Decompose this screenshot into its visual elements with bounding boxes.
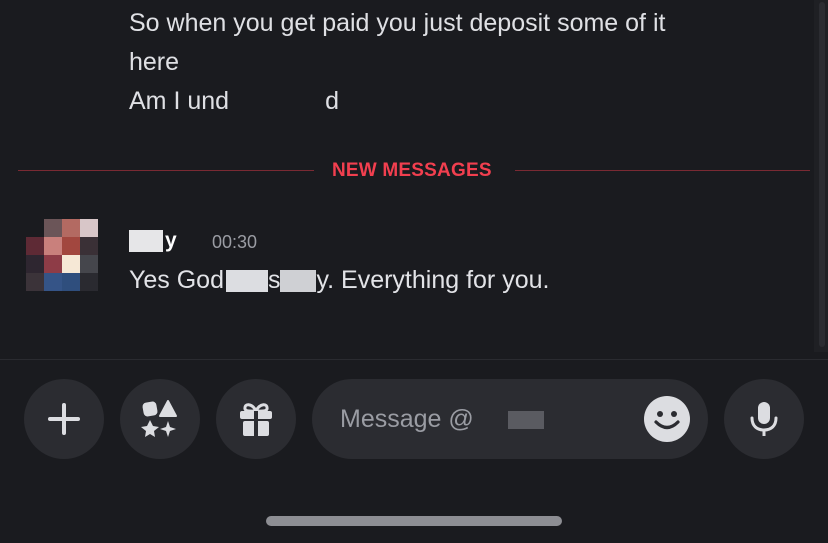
microphone-icon — [750, 402, 778, 436]
previous-message-line-2: here — [129, 48, 180, 76]
new-messages-label: NEW MESSAGES — [332, 160, 492, 181]
apps-button[interactable] — [120, 379, 200, 459]
voice-message-button[interactable] — [724, 379, 804, 459]
message-text: Yes God s y. Everything for you. — [129, 262, 549, 298]
divider-rule-right — [515, 170, 810, 171]
home-indicator[interactable] — [266, 516, 562, 526]
gift-icon — [240, 403, 272, 436]
gift-button[interactable] — [216, 379, 296, 459]
placeholder-text: Message @ — [340, 405, 474, 433]
divider-rule-left — [18, 170, 314, 171]
message-text-part-2: s — [267, 266, 281, 294]
scrollbar-thumb[interactable] — [819, 2, 825, 347]
avatar[interactable] — [26, 219, 98, 291]
redacted-text — [225, 270, 268, 293]
redacted-recipient — [507, 411, 544, 430]
author-name-visible: y — [165, 229, 177, 252]
redacted-name — [129, 230, 163, 253]
message-input[interactable]: Message @ — [312, 379, 708, 459]
message-input-placeholder: Message @ — [340, 379, 544, 459]
previous-message-line-3: Am I und d — [129, 82, 769, 121]
redacted-text — [229, 90, 326, 115]
previous-message-fragment: d — [325, 87, 339, 115]
composer-separator — [0, 359, 828, 360]
author-name[interactable]: y — [129, 227, 177, 255]
message-text-part-3: y. Everything for you. — [316, 266, 550, 294]
emoji-icon — [654, 411, 680, 430]
scrollbar[interactable] — [814, 0, 828, 352]
previous-message-line-1: So when you get paid you just deposit so… — [129, 9, 666, 37]
previous-message: So when you get paid you just deposit so… — [129, 4, 769, 121]
add-attachment-button[interactable] — [24, 379, 104, 459]
apps-icon — [141, 400, 177, 437]
message-timestamp: 00:30 — [212, 232, 258, 252]
message-text-part-1: Yes God — [129, 266, 224, 294]
plus-icon — [48, 403, 80, 435]
previous-message-line-3-text: Am I und — [129, 87, 230, 115]
new-messages-divider: NEW MESSAGES — [18, 158, 810, 184]
emoji-button[interactable] — [644, 396, 690, 442]
redacted-text — [280, 270, 317, 293]
